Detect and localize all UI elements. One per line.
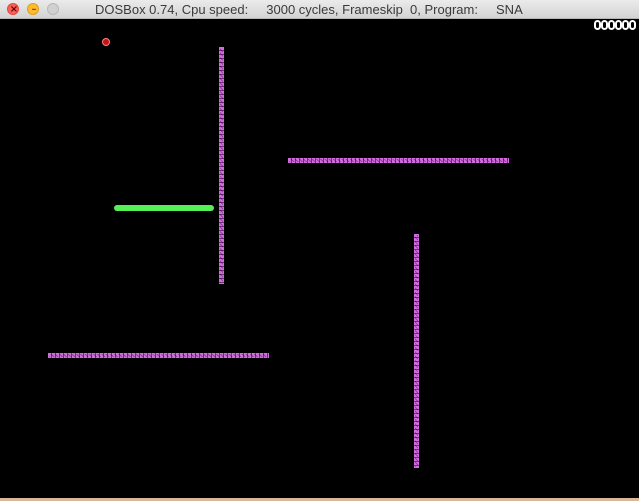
zoom-button[interactable]: [47, 3, 59, 15]
close-button[interactable]: ×: [7, 3, 19, 15]
score-digit: 0: [622, 20, 629, 30]
score-digit: 0: [629, 20, 636, 30]
window-title: DOSBox 0.74, Cpu speed: 3000 cycles, Fra…: [95, 2, 523, 17]
close-icon: ×: [9, 4, 19, 15]
score-digit: 0: [601, 20, 608, 30]
food-pellet: [102, 38, 110, 46]
score-digit: 0: [608, 20, 615, 30]
score-digit: 0: [615, 20, 622, 30]
wall-vertical-2: [414, 234, 419, 468]
minimize-icon: –: [31, 4, 37, 15]
minimize-button[interactable]: –: [27, 3, 39, 15]
score-digit: 0: [594, 20, 601, 30]
wall-horizontal-1: [288, 158, 509, 163]
game-playfield[interactable]: 0 0 0 0 0 0: [0, 19, 639, 498]
wall-horizontal-2: [48, 353, 269, 358]
title-bar[interactable]: × – DOSBox 0.74, Cpu speed: 3000 cycles,…: [0, 0, 639, 19]
dosbox-window: × – DOSBox 0.74, Cpu speed: 3000 cycles,…: [0, 0, 639, 501]
wall-vertical-1: [219, 47, 224, 284]
score-display: 0 0 0 0 0 0: [594, 20, 636, 32]
snake: [114, 205, 214, 211]
